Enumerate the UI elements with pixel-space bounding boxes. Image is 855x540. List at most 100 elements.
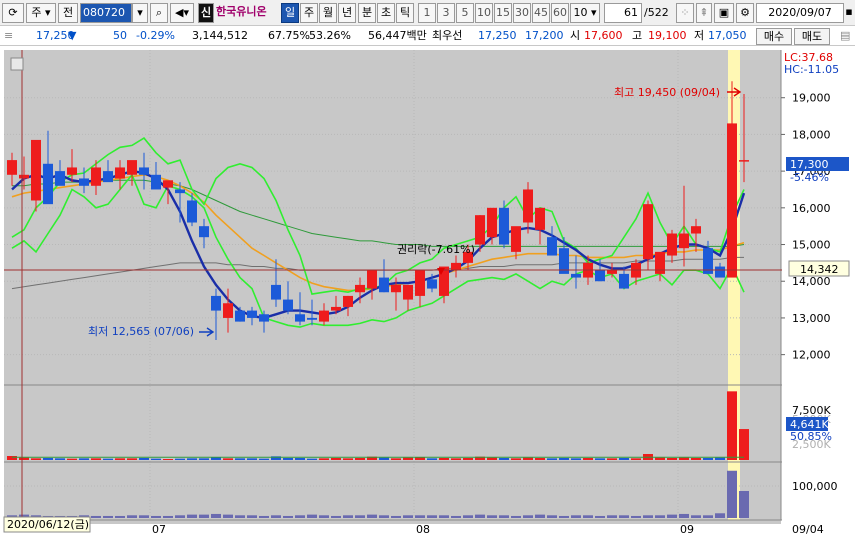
volume-bar xyxy=(463,458,473,460)
save-icon[interactable]: ▣ xyxy=(714,3,734,23)
interval-button-15[interactable]: 15 xyxy=(494,3,512,23)
high-label: 고 xyxy=(632,29,643,42)
chevron-down-icon[interactable]: ▾ xyxy=(132,3,148,23)
stock-name: 한국유니온 xyxy=(216,5,267,18)
candle-body xyxy=(643,204,653,260)
best-bid: 17,200 xyxy=(525,29,564,42)
volume-bar xyxy=(511,458,521,460)
volume-bar xyxy=(523,457,533,460)
sub-indicator-bar xyxy=(307,514,317,518)
sub-indicator-bar xyxy=(223,514,233,518)
candle-body xyxy=(487,207,497,238)
volume-bar xyxy=(247,458,257,460)
quote-bar: ≡ 17,250 ▼ 50 -0.29% 3,144,512 67.75% 53… xyxy=(0,27,855,46)
sub-indicator-bar xyxy=(259,515,269,518)
candle-body xyxy=(415,270,425,296)
candle-body xyxy=(715,266,725,278)
candle-body xyxy=(31,139,41,201)
sub-indicator-bar xyxy=(391,515,401,518)
sub-indicator-bar xyxy=(343,515,353,518)
sell-button[interactable]: 매도 xyxy=(794,28,830,45)
best-quote-label: 최우선 xyxy=(432,29,463,42)
volume-bar xyxy=(19,457,29,460)
volume-bar xyxy=(163,459,173,460)
volume-bar xyxy=(487,457,497,460)
candle-body xyxy=(235,310,245,322)
volume-bar xyxy=(139,458,149,460)
sub-indicator-bar xyxy=(163,515,173,518)
date-input[interactable]: 2020/09/07 xyxy=(756,3,844,23)
interval-button-30[interactable]: 30 xyxy=(513,3,531,23)
volume-bar xyxy=(343,458,353,460)
best-ask: 17,250 xyxy=(478,29,517,42)
volume-bar xyxy=(103,458,113,460)
period-mode-button[interactable]: 전 xyxy=(58,3,78,23)
interval-button-45[interactable]: 45 xyxy=(532,3,550,23)
candle-body xyxy=(295,314,305,322)
tab-month[interactable]: 월 xyxy=(319,3,337,23)
candle-body xyxy=(343,295,353,307)
tab-tick[interactable]: 틱 xyxy=(396,3,414,23)
month-tick-label: 08 xyxy=(416,523,430,536)
panel-toggle-icon[interactable] xyxy=(10,57,24,71)
candle-body xyxy=(139,167,149,175)
tab-minute[interactable]: 분 xyxy=(358,3,376,23)
sub-indicator-bar xyxy=(655,515,665,518)
gear-icon[interactable]: ⚙ xyxy=(736,3,754,23)
volume-bar xyxy=(595,458,605,460)
sub-indicator-bar xyxy=(199,514,209,518)
candle-body xyxy=(271,284,281,300)
candle-body xyxy=(175,189,185,194)
interval-button-3[interactable]: 3 xyxy=(437,3,455,23)
speaker-icon[interactable]: ◀▾ xyxy=(170,3,194,23)
volume-bar xyxy=(175,458,185,460)
toolbar: ⟳ 주 ▾ 전 080720 ▾ ⌕ ◀▾ 신 한국유니온 일 주 월 년 분 … xyxy=(0,0,855,26)
low-label: 저 xyxy=(694,29,705,42)
buy-button[interactable]: 매수 xyxy=(756,28,792,45)
volume-bar xyxy=(619,458,629,460)
sub-indicator-bar xyxy=(511,515,521,518)
tab-day[interactable]: 일 xyxy=(281,3,299,23)
sub-indicator-bar xyxy=(715,513,725,518)
calendar-icon[interactable]: ▪ xyxy=(843,3,855,23)
stock-chart[interactable]: 12,00013,00014,00015,00016,00017,00018,0… xyxy=(0,46,855,540)
candle-body xyxy=(391,284,401,293)
candle-body xyxy=(739,160,749,162)
tab-week[interactable]: 주 xyxy=(300,3,318,23)
interval-button-10[interactable]: 10 xyxy=(475,3,493,23)
tab-year[interactable]: 년 xyxy=(338,3,356,23)
search-icon[interactable]: ⌕ xyxy=(150,3,168,23)
interval-button-60[interactable]: 60 xyxy=(551,3,569,23)
price-tick-label: 19,000 xyxy=(792,92,831,105)
stock-code-input[interactable]: 080720 xyxy=(80,3,132,23)
volume-bar xyxy=(79,458,89,460)
candle-body xyxy=(427,279,437,289)
candle-body xyxy=(151,174,161,190)
volume-bar xyxy=(607,458,617,460)
volume-bar xyxy=(319,458,329,460)
interval-button-5[interactable]: 5 xyxy=(456,3,474,23)
interval-button-1[interactable]: 1 xyxy=(418,3,436,23)
hamburger-icon[interactable]: ≡ xyxy=(4,27,13,45)
sub-indicator-bar xyxy=(187,514,197,518)
market-select[interactable]: 주 ▾ xyxy=(26,3,56,23)
market-value: 주 xyxy=(31,6,42,19)
sub-indicator-bar xyxy=(211,513,221,518)
page-counter-input[interactable]: 61 xyxy=(604,3,642,23)
sub-indicator-bar xyxy=(175,515,185,518)
interval-select[interactable]: 10 ▾ xyxy=(570,3,600,23)
menu-icon[interactable]: ▤ xyxy=(840,27,850,45)
volume-bar xyxy=(379,457,389,460)
candle-body xyxy=(667,233,677,256)
grid-icon[interactable]: ⁘ xyxy=(676,3,694,23)
chevron-double-up-icon[interactable]: ⇞ xyxy=(696,3,712,23)
volume-bar xyxy=(187,458,197,460)
price-tick-label: 16,000 xyxy=(792,202,831,215)
tab-second[interactable]: 초 xyxy=(377,3,395,23)
sub-indicator-bar xyxy=(463,515,473,518)
candle-body xyxy=(247,310,257,318)
refresh-icon[interactable]: ⟳ xyxy=(2,3,24,23)
candle-body xyxy=(79,178,89,186)
volume-bar xyxy=(439,458,449,460)
high-price: 19,100 xyxy=(648,29,687,42)
